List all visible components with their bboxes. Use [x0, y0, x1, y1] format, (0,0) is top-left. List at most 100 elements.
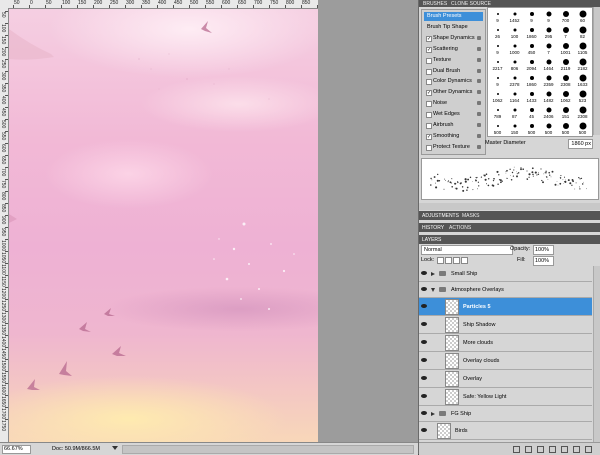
layers-scrollbar[interactable] — [593, 266, 600, 442]
option-checkbox[interactable] — [426, 101, 432, 108]
brush-preset-cell[interactable]: 26 — [489, 25, 506, 40]
option-checkbox[interactable]: ✓ — [426, 35, 432, 42]
collapse-triangle-icon[interactable] — [431, 287, 435, 292]
brush-option-dual-brush[interactable]: Dual Brush — [424, 67, 483, 76]
option-checkbox[interactable]: ✓ — [426, 46, 432, 53]
brush-preset-cell[interactable]: 1452 — [506, 9, 523, 24]
horizontal-ruler[interactable]: 50 0 50 100 150 200 250 300 350 400 450 500 550 600 65… — [0, 0, 318, 9]
layer-thumbnail[interactable] — [445, 299, 459, 315]
brush-preset-cell[interactable]: 1633 — [574, 73, 591, 88]
layer-row[interactable]: Particles 5 — [419, 298, 592, 316]
layer-thumbnail[interactable] — [445, 353, 459, 369]
brush-preset-cell[interactable]: 9 — [489, 73, 506, 88]
option-checkbox[interactable] — [426, 112, 432, 119]
visibility-eye-icon[interactable] — [420, 322, 428, 327]
brush-option-protect-texture[interactable]: Protect Texture — [424, 143, 483, 152]
visibility-eye-icon[interactable] — [420, 287, 428, 292]
brush-preset-cell[interactable]: 2406 — [540, 105, 557, 120]
preset-scrollbar[interactable] — [593, 7, 600, 135]
option-checkbox[interactable]: ✓ — [426, 133, 432, 140]
brush-preset-cell[interactable]: 789 — [489, 105, 506, 120]
brush-preset-cell[interactable]: 1105 — [574, 41, 591, 56]
brush-preset-cell[interactable]: 7 — [557, 25, 574, 40]
brush-preset-cell[interactable]: 1000 — [506, 41, 523, 56]
brush-preset-cell[interactable]: 806 — [506, 57, 523, 72]
tab-layers[interactable]: LAYERS — [422, 237, 441, 243]
brush-preset-cell[interactable]: 9 — [540, 9, 557, 24]
lock-icon[interactable] — [477, 112, 481, 117]
brush-preset-cell[interactable]: 9 — [489, 41, 506, 56]
brush-preset-cell[interactable]: 2217 — [489, 57, 506, 72]
delete-layer-icon[interactable] — [585, 446, 592, 453]
brush-preset-cell[interactable]: 500 — [489, 121, 506, 136]
brush-option-smoothing[interactable]: ✓ Smoothing — [424, 132, 483, 141]
tab-clone-source[interactable]: CLONE SOURCE — [451, 1, 491, 7]
expand-triangle-icon[interactable] — [431, 411, 435, 416]
visibility-eye-icon[interactable] — [420, 411, 428, 416]
brush-preset-cell[interactable]: 2119 — [557, 57, 574, 72]
lock-icon[interactable] — [477, 57, 481, 62]
layer-row[interactable]: Birds — [419, 422, 592, 440]
adjustment-layer-icon[interactable] — [549, 446, 556, 453]
brush-preset-cell[interactable]: 2378 — [506, 73, 523, 88]
visibility-eye-icon[interactable] — [420, 271, 428, 276]
lock-position-icon[interactable] — [453, 257, 460, 264]
layer-group-row[interactable]: FG Ship — [419, 406, 592, 422]
visibility-eye-icon[interactable] — [420, 358, 428, 363]
brush-option-other-dynamics[interactable]: ✓ Other Dynamics — [424, 88, 483, 97]
lock-transparency-icon[interactable] — [437, 257, 444, 264]
layer-group-row[interactable]: Small Ship — [419, 266, 592, 282]
brush-preset-cell[interactable]: 151 — [557, 105, 574, 120]
lock-icon[interactable] — [477, 46, 481, 51]
brush-option-texture[interactable]: Texture — [424, 56, 483, 65]
option-checkbox[interactable] — [426, 123, 432, 129]
option-checkbox[interactable] — [426, 144, 432, 151]
layer-thumbnail[interactable] — [445, 317, 459, 333]
brush-preset-cell[interactable]: 500 — [523, 121, 540, 136]
zoom-level-field[interactable]: 66.67% — [2, 445, 31, 454]
layer-thumbnail[interactable] — [445, 389, 459, 405]
brush-option-brush-tip-shape[interactable]: Brush Tip Shape — [424, 23, 483, 32]
layer-row[interactable]: More clouds — [419, 334, 592, 352]
tab-history[interactable]: HISTORY — [422, 225, 444, 231]
lock-icon[interactable] — [477, 123, 481, 127]
brush-option-noise[interactable]: Noise — [424, 99, 483, 108]
lock-icon[interactable] — [477, 35, 481, 40]
brush-option-wet-edges[interactable]: Wet Edges — [424, 110, 483, 119]
layer-style-icon[interactable] — [525, 446, 532, 453]
layer-thumbnail[interactable] — [445, 371, 459, 387]
brush-preset-cell[interactable]: 9 — [523, 9, 540, 24]
visibility-eye-icon[interactable] — [420, 304, 428, 309]
horizontal-scrollbar[interactable] — [122, 445, 414, 454]
status-menu-arrow-icon[interactable] — [112, 446, 118, 450]
brush-preset-cell[interactable]: 500 — [574, 121, 591, 136]
brush-preset-cell[interactable]: 500 — [540, 121, 557, 136]
visibility-eye-icon[interactable] — [420, 376, 428, 381]
tab-brushes[interactable]: BRUSHES — [423, 1, 447, 7]
lock-icon[interactable] — [477, 101, 481, 106]
tab-masks[interactable]: MASKS — [462, 213, 480, 219]
lock-icon[interactable] — [477, 79, 481, 84]
brush-option-airbrush[interactable]: Airbrush — [424, 121, 483, 130]
tab-actions[interactable]: ACTIONS — [449, 225, 471, 231]
lock-icon[interactable] — [477, 90, 481, 95]
new-layer-icon[interactable] — [573, 446, 580, 453]
expand-triangle-icon[interactable] — [431, 271, 435, 276]
brush-preset-grid[interactable]: 9 1452 9 9 700 60 26 100 1860 295 7 82 9 1000 450 7 1001… — [487, 7, 593, 137]
lock-icon[interactable] — [477, 133, 481, 138]
layer-group-row[interactable]: Atmosphere Overlays — [419, 282, 592, 298]
brush-preset-cell[interactable]: 700 — [557, 9, 574, 24]
layer-row[interactable]: Safe: Yellow Light — [419, 388, 592, 406]
brush-preset-cell[interactable]: 1860 — [523, 73, 540, 88]
vertical-ruler[interactable]: 50 100 150 200 250 300 350 400 450 500 550 600 650 70… — [0, 8, 9, 442]
lock-icon[interactable] — [477, 68, 481, 73]
brush-preset-cell[interactable]: 1860 — [523, 25, 540, 40]
brush-preset-cell[interactable]: 523 — [574, 89, 591, 104]
brush-option-color-dynamics[interactable]: Color Dynamics — [424, 77, 483, 86]
brush-preset-cell[interactable]: 9 — [489, 9, 506, 24]
brush-preset-cell[interactable]: 100 — [506, 25, 523, 40]
lock-icon[interactable] — [477, 144, 481, 149]
opacity-field[interactable]: 100% — [533, 245, 554, 255]
brush-preset-cell[interactable]: 1062 — [489, 89, 506, 104]
brush-preset-cell[interactable]: 82 — [574, 25, 591, 40]
